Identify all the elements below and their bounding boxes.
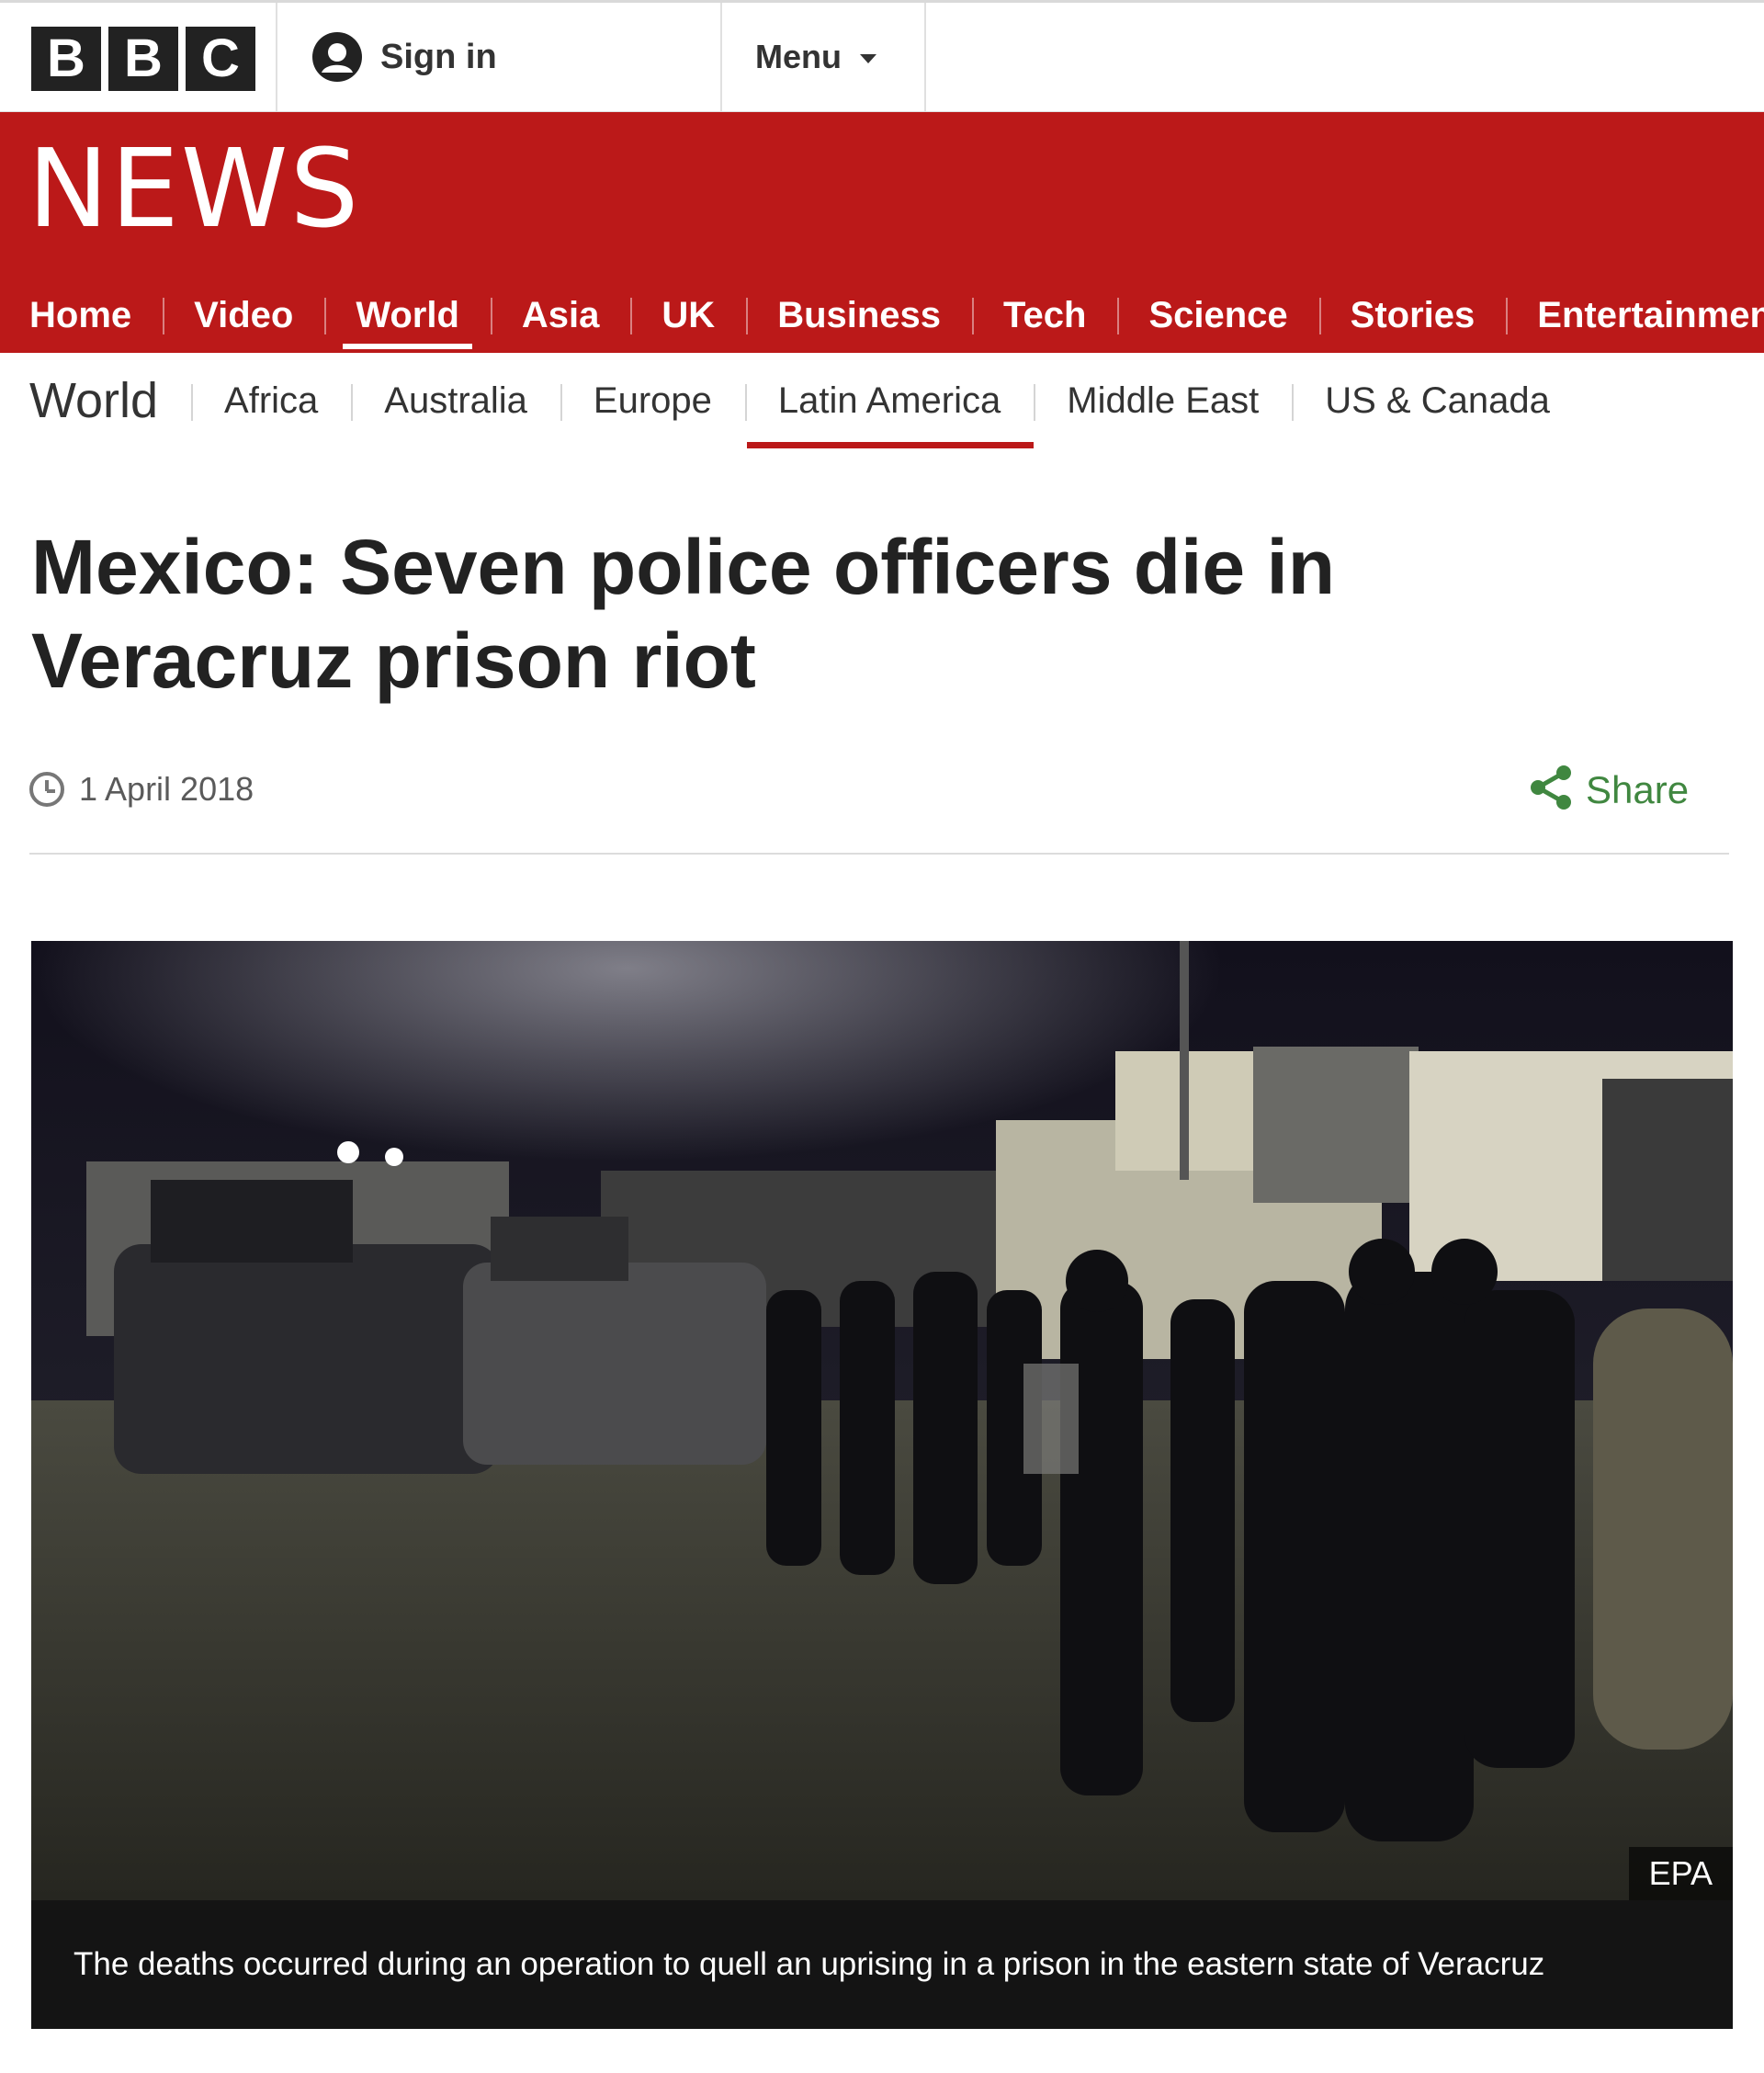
- article-date: 1 April 2018: [79, 770, 254, 808]
- subnav-item-latin-america[interactable]: Latin America: [744, 353, 1035, 448]
- sign-in-link[interactable]: Sign in: [312, 32, 497, 82]
- share-button[interactable]: Share: [1529, 765, 1689, 815]
- nav-item-uk[interactable]: UK: [630, 278, 746, 353]
- news-header: NEWS Home Video World Asia UK Business T…: [0, 112, 1764, 353]
- nav-item-home[interactable]: Home: [0, 278, 163, 353]
- menu-label: Menu: [755, 38, 842, 75]
- nav-item-tech[interactable]: Tech: [972, 278, 1117, 353]
- masthead-bar: B B C Sign in Menu: [0, 0, 1764, 115]
- nav-item-stories[interactable]: Stories: [1318, 278, 1507, 353]
- divider: [720, 3, 722, 115]
- subnav-item-africa[interactable]: Africa: [191, 353, 351, 448]
- article-headline: Mexico: Seven police officers die in Ver…: [31, 524, 1336, 704]
- nav-item-business[interactable]: Business: [746, 278, 972, 353]
- article-meta: 1 April 2018: [29, 770, 254, 809]
- image-caption: The deaths occurred during an operation …: [31, 1900, 1733, 2029]
- share-label: Share: [1586, 767, 1690, 811]
- image-credit: EPA: [1628, 1847, 1733, 1900]
- logo-letter: B: [108, 27, 178, 91]
- nav-item-asia[interactable]: Asia: [490, 278, 631, 353]
- nav-item-video[interactable]: Video: [163, 278, 324, 353]
- user-icon: [312, 32, 362, 82]
- bbc-logo[interactable]: B B C: [31, 27, 255, 91]
- secondary-navigation: World Africa Australia Europe Latin Amer…: [0, 353, 1764, 448]
- subnav-item-europe[interactable]: Europe: [560, 353, 745, 448]
- article-image-figure: EPA The deaths occurred during an operat…: [31, 941, 1733, 2029]
- menu-button[interactable]: Menu: [755, 38, 876, 76]
- news-wordmark[interactable]: NEWS: [28, 134, 360, 243]
- divider: [924, 3, 926, 115]
- subnav-title-world[interactable]: World: [0, 372, 191, 429]
- subnav-item-australia[interactable]: Australia: [351, 353, 560, 448]
- divider: [276, 3, 277, 115]
- main-navigation: Home Video World Asia UK Business Tech S…: [0, 278, 1764, 353]
- share-icon: [1529, 765, 1573, 815]
- logo-letter: B: [31, 27, 101, 91]
- clock-icon: [29, 772, 64, 807]
- subnav-item-middle-east[interactable]: Middle East: [1034, 353, 1292, 448]
- divider: [29, 853, 1729, 855]
- nav-item-entertainment[interactable]: Entertainment &: [1506, 278, 1764, 353]
- article-photo: [31, 941, 1733, 1900]
- chevron-down-icon: [860, 54, 876, 63]
- subnav-item-us-canada[interactable]: US & Canada: [1292, 353, 1583, 448]
- nav-item-world[interactable]: World: [324, 278, 491, 353]
- nav-item-science[interactable]: Science: [1117, 278, 1318, 353]
- sign-in-label: Sign in: [380, 37, 497, 76]
- logo-letter: C: [186, 27, 255, 91]
